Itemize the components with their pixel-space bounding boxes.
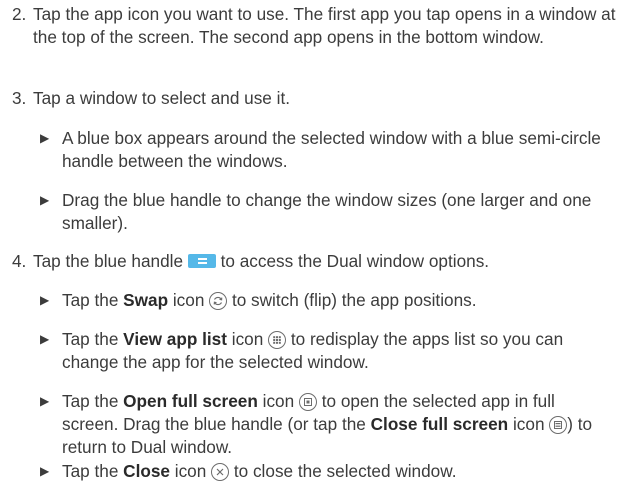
bullet-text: Tap the Close icon to close the selected… [62,461,457,481]
step-number: 2. [12,4,27,24]
bullet-arrow-icon: ▶ [40,193,50,207]
step-3: 3. Tap a window to select and use it. [12,87,617,111]
app-list-icon [268,331,287,349]
bullet-arrow-icon: ▶ [40,394,50,408]
bullet-item: ▶ Tap the Close icon to close the select… [40,460,620,484]
bullet-text: Tap the View app list icon to redisplay … [62,329,564,372]
swap-label: Swap [123,290,169,310]
bullet-item: ▶ Tap the View app list icon to redispla… [40,328,620,374]
bullet-arrow-icon: ▶ [40,131,50,145]
step-number: 4. [12,251,27,271]
blue-handle-icon [187,254,216,268]
bullet-item: ▶ Tap the Swap icon to switch (flip) the… [40,289,620,313]
close-full-screen-label: Close full screen [370,414,509,434]
step-text: Tap a window to select and use it. [33,88,291,108]
manual-page: 2. Tap the app icon you want to use. The… [0,0,630,488]
close-full-screen-icon [549,416,568,434]
view-app-list-label: View app list [123,329,227,349]
bullet-arrow-icon: ▶ [40,293,50,307]
open-full-screen-label: Open full screen [123,391,258,411]
bullet-text: Drag the blue handle to change the windo… [62,190,592,233]
step-2: 2. Tap the app icon you want to use. The… [12,3,617,73]
close-icon [211,463,230,481]
bullet-text: A blue box appears around the selected w… [62,128,601,171]
bullet-arrow-icon: ▶ [40,464,50,478]
full-screen-icon [298,393,317,411]
step-text: Tap the app icon you want to use. The fi… [33,4,616,47]
bullet-text: Tap the Swap icon to switch (flip) the a… [62,290,477,310]
step-text: Tap the blue handle to access the Dual w… [33,251,490,271]
step-4: 4. Tap the blue handle to access the Dua… [12,250,617,274]
swap-icon [209,292,228,310]
close-label: Close [123,461,170,481]
bullet-item: ▶ A blue box appears around the selected… [40,127,620,173]
bullet-item: ▶ Drag the blue handle to change the win… [40,189,620,235]
bullet-arrow-icon: ▶ [40,332,50,346]
bullet-item: ▶ Tap the Open full screen icon to open … [40,390,620,460]
bullet-text: Tap the Open full screen icon to open th… [62,391,593,457]
step-number: 3. [12,88,27,108]
